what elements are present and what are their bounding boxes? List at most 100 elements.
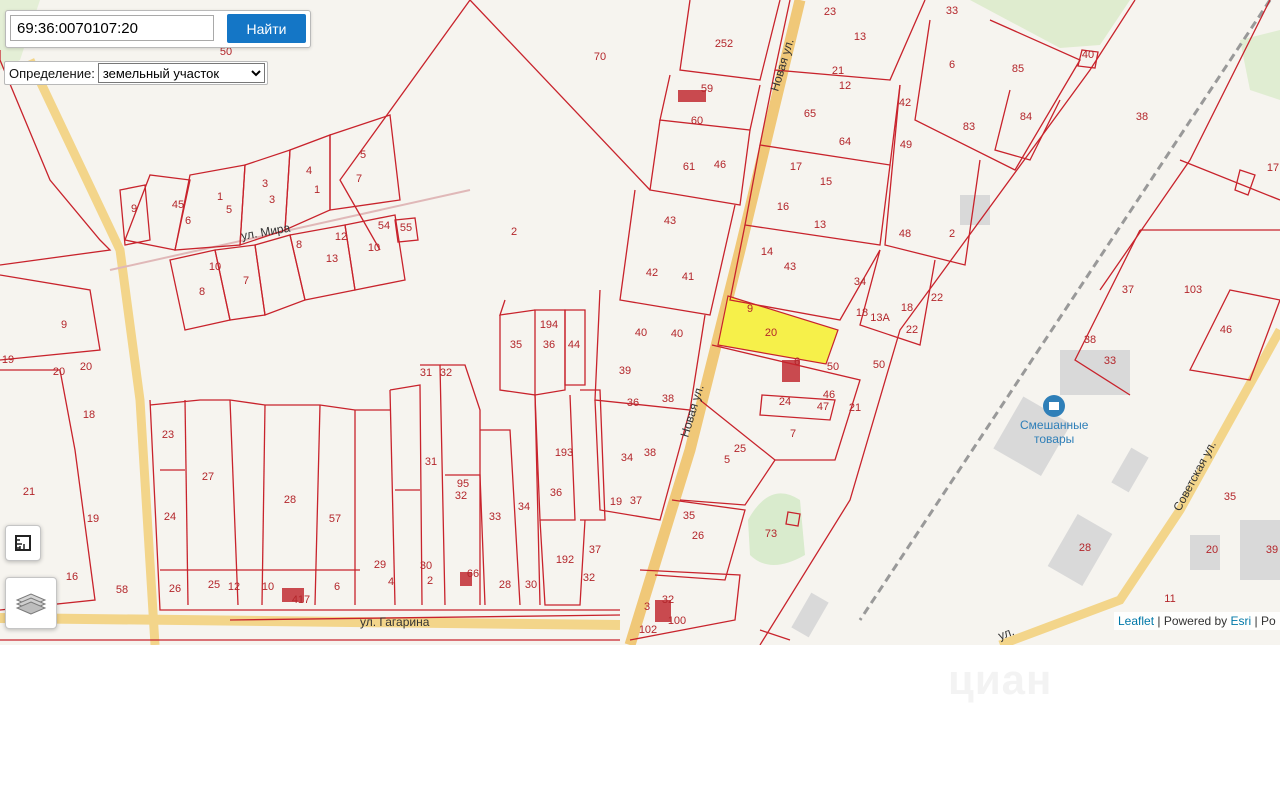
parcel-number: 5 [360, 149, 366, 161]
definition-select[interactable]: земельный участок [97, 63, 265, 83]
parcel-number: 1 [217, 191, 223, 203]
parcel-number: 3 [269, 194, 275, 206]
parcel-number: 23 [162, 429, 174, 441]
parcel-number: 46 [823, 389, 835, 401]
parcel-number: 17 [790, 161, 802, 173]
parcel-number: 23 [824, 6, 836, 18]
parcel-number: 2 [511, 226, 517, 238]
parcel-number: 31 [425, 456, 437, 468]
buildings [791, 195, 1280, 638]
parcel-number: 28 [1079, 542, 1091, 554]
parcel-number: 28 [284, 494, 296, 506]
parcel-number: 2 [427, 575, 433, 587]
parcel-number: 45 [172, 199, 184, 211]
layers-button[interactable] [5, 577, 57, 629]
parcel-number: 37 [1122, 284, 1134, 296]
parcel-number: 32 [455, 490, 467, 502]
poi-name-line2: товары [1034, 432, 1074, 446]
street-sovetskaya: Советская ул. [1170, 439, 1219, 514]
definition-label: Определение: [9, 65, 95, 81]
parcel-number: 22 [931, 292, 943, 304]
parcel-number: 12 [335, 231, 347, 243]
parcel-number: 12 [228, 581, 240, 593]
parcel-number: 32 [662, 594, 674, 606]
parcel-number: 60 [691, 115, 703, 127]
parcel-number: 18 [83, 409, 95, 421]
parcel-number: 33 [946, 5, 958, 17]
parcel-number: 13 [814, 219, 826, 231]
parcel-number: 36 [543, 339, 555, 351]
parcel-number: 3 [644, 601, 650, 613]
parcel-number: 38 [1084, 334, 1096, 346]
parcel-number: 6 [185, 215, 191, 227]
parcel-number: 37 [589, 544, 601, 556]
map-attribution: Leaflet | Powered by Esri | Po [1114, 612, 1280, 630]
parcel-number: 95 [457, 478, 469, 490]
green-area [970, 0, 1130, 48]
parcel-number: 27 [202, 471, 214, 483]
parcel-number: 50 [827, 361, 839, 373]
parcel-number: 21 [832, 65, 844, 77]
parcel-number: 33 [1104, 355, 1116, 367]
highlighted-parcel[interactable] [717, 295, 839, 365]
parcel-number: 7 [790, 428, 796, 440]
parcel-number: 10 [262, 581, 274, 593]
parcel-number: 16 [777, 201, 789, 213]
cadastral-number-input[interactable] [10, 15, 214, 41]
parcel-number: 16 [66, 571, 78, 583]
parcel-number: 35 [510, 339, 522, 351]
parcel-number: 35 [1224, 491, 1236, 503]
cadastral-map[interactable]: 50 70 252 59 60 61 46 23 13 21 12 65 64 17 15 16 13 14 43 4… [0, 0, 1280, 645]
parcel-number: 32 [583, 572, 595, 584]
leaflet-link[interactable]: Leaflet [1118, 614, 1154, 628]
parcel-number: 36 [627, 397, 639, 409]
parcel-number: 38 [662, 393, 674, 405]
parcel-number: 8 [296, 239, 302, 251]
parcel-number: 102 [639, 624, 657, 636]
parcel-number: 192 [556, 554, 574, 566]
parcel-number: 46 [1220, 324, 1232, 336]
esri-link[interactable]: Esri [1231, 614, 1252, 628]
parcel-number: 31 [420, 367, 432, 379]
parcel-number: 21 [849, 402, 861, 414]
parcel-number: 2 [949, 228, 955, 240]
parcel-number: 1 [314, 184, 320, 196]
parcel-number: 40 [635, 327, 647, 339]
parcel-number: 21 [23, 486, 35, 498]
parcel-number: 5 [724, 454, 730, 466]
measure-button[interactable] [5, 525, 41, 561]
street-mira: ул. Мира [240, 221, 291, 243]
road-sovetskaya [998, 327, 1280, 645]
parcel-number: 20 [1206, 544, 1218, 556]
parcel-number: 10 [368, 242, 380, 254]
parcel-number: 100 [668, 615, 686, 627]
parcel-number: 30 [525, 579, 537, 591]
highlighted-parcel-number: 20 [765, 327, 777, 339]
parcel-number: 55 [400, 222, 412, 234]
parcel-number: 12 [839, 80, 851, 92]
parcel-number: 66 [467, 568, 479, 580]
search-button[interactable]: Найти [227, 14, 306, 43]
parcel-number: 13 [854, 31, 866, 43]
parcel-number: 8 [199, 286, 205, 298]
map-canvas[interactable]: 50 70252596061 462313211265641715161314434… [0, 0, 1280, 645]
watermark-logo: циан [948, 656, 1053, 703]
parcel-number: 17 [1267, 162, 1279, 174]
parcel-number: 46 [714, 159, 726, 171]
attribution-sep: | Powered by [1154, 614, 1231, 628]
parcel-number: 38 [1136, 111, 1148, 123]
parcel-number: 84 [1020, 111, 1032, 123]
parcel-number: 30 [420, 560, 432, 572]
parcel-number: 193 [555, 447, 573, 459]
parcel-number: 25 [734, 443, 746, 455]
parcel-number: 14 [761, 246, 773, 258]
parcel-number: 65 [804, 108, 816, 120]
parcel-number: 19 [2, 354, 14, 366]
parcel-number: 22 [906, 324, 918, 336]
parcel-number: 10 [209, 261, 221, 273]
parcel-number: 252 [715, 38, 733, 50]
parcel-number: 13А [870, 312, 890, 324]
parcel-number: 40 [1082, 49, 1094, 61]
parcel-number: 6 [334, 581, 340, 593]
parcel-number: 7 [356, 173, 362, 185]
